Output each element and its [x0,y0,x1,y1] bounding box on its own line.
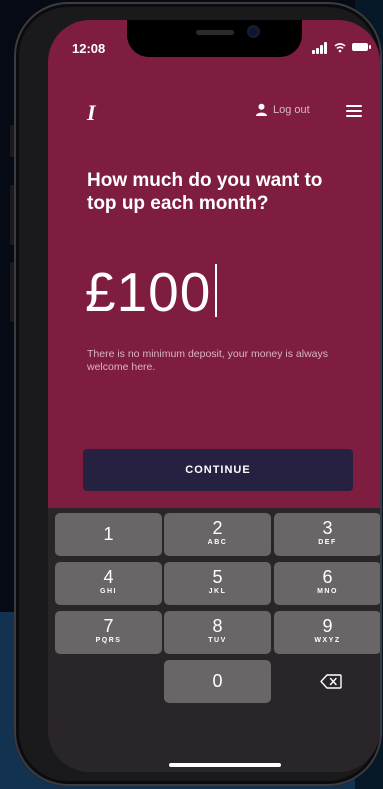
signal-bar [324,42,327,54]
person-icon [256,103,267,116]
key-letters: MNO [317,588,338,595]
key-2[interactable]: 2 ABC [164,513,271,556]
phone-frame: 12:08 I Log out How much do you want to … [14,2,382,786]
amount-input[interactable]: £100 [85,261,218,323]
key-letters: GHI [100,588,117,595]
key-3[interactable]: 3 DEF [274,513,380,556]
key-7[interactable]: 7 PQRS [55,611,162,654]
status-time: 12:08 [72,41,106,56]
signal-bar [320,45,323,54]
battery-icon [352,43,371,51]
key-1[interactable]: 1 [55,513,162,556]
deposit-note: There is no minimum deposit, your money … [87,348,329,373]
key-digit: 3 [322,518,333,538]
signal-bar [316,48,319,54]
app-screen: 12:08 I Log out How much do you want to … [48,20,380,772]
text-cursor [215,264,218,317]
key-letters: TUV [208,637,227,644]
key-letters: PQRS [95,637,122,644]
speaker-grille [196,30,234,35]
signal-bar [312,50,315,54]
key-digit: 6 [322,567,333,587]
key-digit: 4 [103,567,114,587]
key-0[interactable]: 0 [164,660,271,703]
key-6[interactable]: 6 MNO [274,562,380,605]
key-8[interactable]: 8 TUV [164,611,271,654]
hamburger-menu-icon[interactable] [346,105,362,117]
key-digit: 7 [103,616,114,636]
key-letters: ABC [207,539,228,546]
key-letters: WXYZ [314,637,341,644]
key-digit: 2 [212,518,223,538]
key-letters: JKL [208,588,227,595]
logout-button[interactable]: Log out [255,103,310,116]
backspace-icon[interactable] [320,674,342,689]
key-digit: 1 [103,524,114,544]
key-4[interactable]: 4 GHI [55,562,162,605]
key-digit: 5 [212,567,223,587]
key-letters: DEF [318,539,337,546]
key-9[interactable]: 9 WXYZ [274,611,380,654]
notch [127,20,302,57]
home-indicator[interactable] [169,763,281,767]
key-5[interactable]: 5 JKL [164,562,271,605]
logout-label: Log out [273,103,310,116]
key-digit: 8 [212,616,223,636]
key-digit: 0 [212,671,223,691]
front-camera [247,25,260,38]
app-logo[interactable]: I [87,100,96,126]
key-digit: 9 [322,616,333,636]
status-icons [312,40,374,54]
page-title: How much do you want to top up each mont… [87,170,323,214]
numeric-keypad: 1 2 ABC 3 DEF 4 GHI 5 JKL 6 MNO 7 PQRS 8… [48,508,380,772]
continue-button[interactable]: CONTINUE [83,449,353,491]
wifi-icon [334,43,346,53]
amount-value: £100 [85,261,212,323]
